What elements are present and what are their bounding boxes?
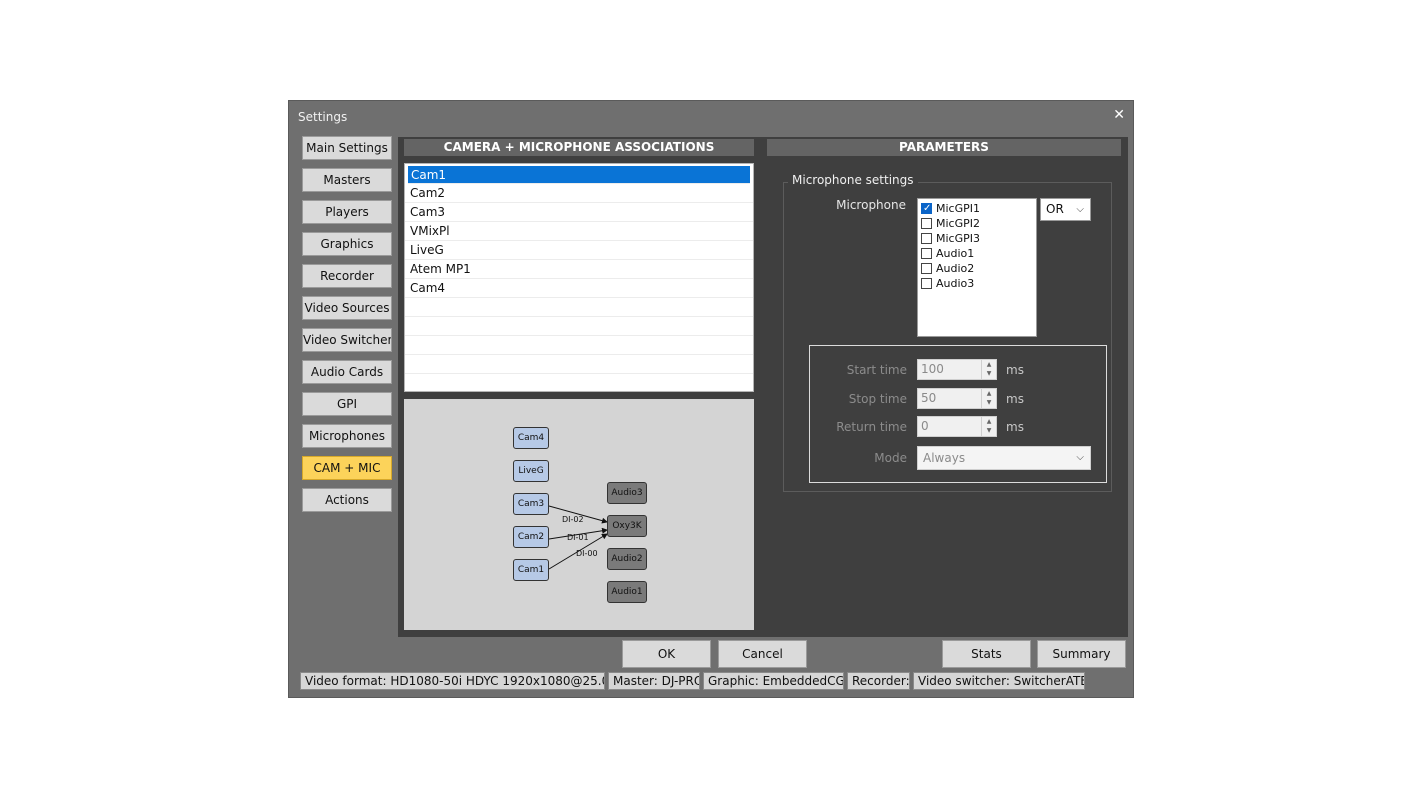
- nav-cam-mic[interactable]: CAM + MIC: [302, 456, 392, 480]
- status-master: Master: DJ-PRO: [608, 672, 700, 690]
- mic-item-micgpi1[interactable]: MicGPI1: [921, 201, 980, 216]
- ok-button[interactable]: OK: [622, 640, 711, 668]
- group-title: Microphone settings: [788, 173, 918, 187]
- spin-arrows-icon[interactable]: ▲ ▼: [981, 417, 996, 436]
- parameters-header: PARAMETERS: [767, 139, 1121, 156]
- list-empty-row: [405, 355, 753, 374]
- logic-select[interactable]: OR ⌵: [1040, 198, 1091, 221]
- mic-item-micgpi3[interactable]: MicGPI3: [921, 231, 980, 246]
- return-time-unit: ms: [1006, 420, 1024, 434]
- link-label: DI-02: [562, 515, 584, 524]
- title-bar: Settings ✕: [289, 101, 1133, 131]
- mic-item-audio2[interactable]: Audio2: [921, 261, 974, 276]
- node-cam3: Cam3: [513, 493, 549, 515]
- start-time-stepper[interactable]: 100 ▲ ▼: [917, 359, 997, 380]
- list-item[interactable]: Cam3: [405, 203, 753, 222]
- stop-time-unit: ms: [1006, 392, 1024, 406]
- node-cam2: Cam2: [513, 526, 549, 548]
- nav-graphics[interactable]: Graphics: [302, 232, 392, 256]
- close-icon[interactable]: ✕: [1113, 107, 1125, 123]
- status-recorder: Recorder:: [847, 672, 910, 690]
- nav-players[interactable]: Players: [302, 200, 392, 224]
- checkbox-icon[interactable]: [921, 277, 932, 289]
- return-time-stepper[interactable]: 0 ▲ ▼: [917, 416, 997, 437]
- nav-video-sources[interactable]: Video Sources: [302, 296, 392, 320]
- list-empty-row: [405, 298, 753, 317]
- status-video-switcher: Video switcher: SwitcherATEM: [913, 672, 1085, 690]
- cancel-button[interactable]: Cancel: [718, 640, 807, 668]
- list-item[interactable]: Cam1: [408, 166, 750, 184]
- routing-diagram: Cam4 LiveG Cam3 Cam2 Cam1 Audio3 Oxy3K A…: [404, 399, 754, 630]
- node-liveg: LiveG: [513, 460, 549, 482]
- content-panel: CAMERA + MICROPHONE ASSOCIATIONS PARAMET…: [398, 137, 1128, 637]
- nav-masters[interactable]: Masters: [302, 168, 392, 192]
- window-title: Settings: [298, 110, 348, 124]
- nav-microphones[interactable]: Microphones: [302, 424, 392, 448]
- nav-recorder[interactable]: Recorder: [302, 264, 392, 288]
- associations-header: CAMERA + MICROPHONE ASSOCIATIONS: [404, 139, 754, 156]
- chevron-down-icon: ⌵: [1076, 204, 1084, 215]
- start-time-label: Start time: [846, 363, 907, 377]
- list-item[interactable]: Cam2: [405, 184, 753, 203]
- microphone-label: Microphone: [836, 198, 906, 212]
- nav-actions[interactable]: Actions: [302, 488, 392, 512]
- node-audio3: Audio3: [607, 482, 647, 504]
- settings-window: Settings ✕ Main Settings Masters Players…: [288, 100, 1134, 698]
- list-item[interactable]: Cam4: [405, 279, 753, 298]
- list-item[interactable]: Atem MP1: [405, 260, 753, 279]
- mic-item-audio1[interactable]: Audio1: [921, 246, 974, 261]
- return-time-label: Return time: [836, 420, 907, 434]
- nav-video-switcher[interactable]: Video Switcher: [302, 328, 392, 352]
- mic-item-audio3[interactable]: Audio3: [921, 276, 974, 291]
- link-label: DI-00: [576, 549, 598, 558]
- node-audio1: Audio1: [607, 581, 647, 603]
- list-item[interactable]: LiveG: [405, 241, 753, 260]
- camera-list[interactable]: Cam1 Cam2 Cam3 VMixPl LiveG Atem MP1 Cam…: [404, 163, 754, 392]
- stats-button[interactable]: Stats: [942, 640, 1031, 668]
- checkbox-icon[interactable]: [921, 217, 932, 229]
- status-graphic: Graphic: EmbeddedCG21: [703, 672, 844, 690]
- nav-audio-cards[interactable]: Audio Cards: [302, 360, 392, 384]
- node-cam4: Cam4: [513, 427, 549, 449]
- list-empty-row: [405, 317, 753, 336]
- mode-label: Mode: [874, 451, 907, 465]
- node-cam1: Cam1: [513, 559, 549, 581]
- checkbox-icon[interactable]: [921, 262, 932, 274]
- spin-arrows-icon[interactable]: ▲ ▼: [981, 360, 996, 379]
- nav-main-settings[interactable]: Main Settings: [302, 136, 392, 160]
- list-empty-row: [405, 336, 753, 355]
- checkbox-icon[interactable]: [921, 247, 932, 259]
- stop-time-label: Stop time: [848, 392, 907, 406]
- summary-button[interactable]: Summary: [1037, 640, 1126, 668]
- chevron-down-icon: ⌵: [1076, 452, 1084, 463]
- node-audio2: Audio2: [607, 548, 647, 570]
- microphone-checklist: MicGPI1 MicGPI2 MicGPI3 Audio1 Audio2 Au…: [917, 198, 1037, 337]
- stop-time-stepper[interactable]: 50 ▲ ▼: [917, 388, 997, 409]
- node-oxy3k: Oxy3K: [607, 515, 647, 537]
- nav-gpi[interactable]: GPI: [302, 392, 392, 416]
- start-time-unit: ms: [1006, 363, 1024, 377]
- mode-select[interactable]: Always ⌵: [917, 446, 1091, 470]
- link-label: DI-01: [567, 533, 589, 542]
- spin-arrows-icon[interactable]: ▲ ▼: [981, 389, 996, 408]
- checkbox-icon[interactable]: [921, 232, 932, 244]
- checkbox-checked-icon[interactable]: [921, 201, 932, 216]
- list-item[interactable]: VMixPl: [405, 222, 753, 241]
- status-video-format: Video format: HD1080-50i HDYC 1920x1080@…: [300, 672, 605, 690]
- mic-item-micgpi2[interactable]: MicGPI2: [921, 216, 980, 231]
